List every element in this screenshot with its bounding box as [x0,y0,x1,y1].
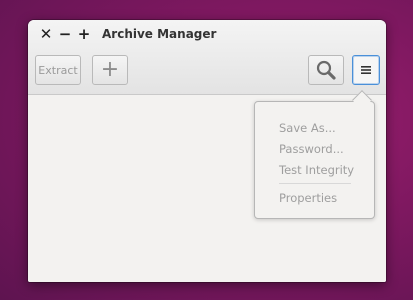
maximize-icon[interactable]: + [76,26,92,42]
menu-separator [279,183,351,184]
extract-label: Extract [38,63,78,77]
menu-item-test-integrity[interactable]: Test Integrity [279,163,354,177]
minimize-icon[interactable]: − [57,26,73,42]
window-title: Archive Manager [102,27,217,41]
close-icon[interactable]: ✕ [38,26,54,42]
search-icon [316,60,336,80]
menu-item-properties[interactable]: Properties [279,191,337,205]
hamburger-menu-icon [361,66,371,74]
header-bar: ✕ − + Archive Manager Extract + [28,20,386,95]
add-files-button[interactable]: + [92,55,128,85]
menu-item-save-as[interactable]: Save As... [279,121,336,135]
menu-item-password[interactable]: Password... [279,142,344,156]
menu-button[interactable] [352,55,380,85]
search-button[interactable] [308,55,344,85]
plus-icon: + [100,57,120,82]
app-menu-popover: Save As... Password... Test Integrity Pr… [254,101,375,219]
extract-button[interactable]: Extract [35,55,81,85]
